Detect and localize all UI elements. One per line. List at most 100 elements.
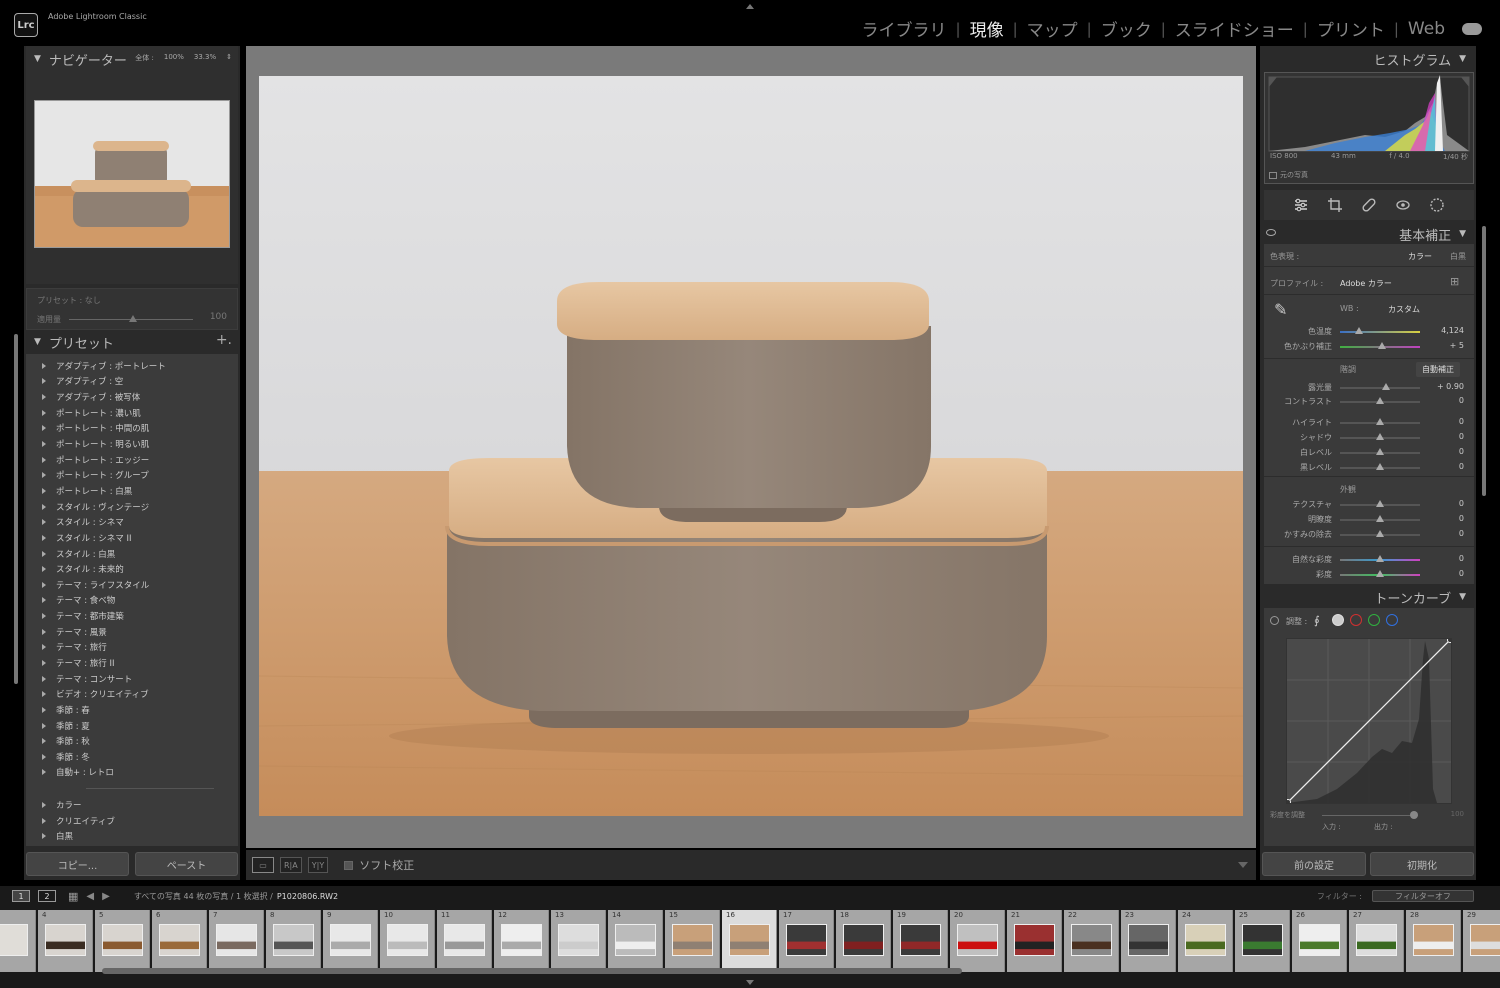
- expand-triangle-icon[interactable]: [42, 769, 46, 776]
- wb-eyedropper-icon[interactable]: ✎: [1274, 300, 1287, 319]
- film-cell[interactable]: 20: [950, 910, 1005, 972]
- preset-item[interactable]: アダプティブ : 空: [26, 374, 238, 390]
- treatment-bw[interactable]: 白黒: [1450, 251, 1466, 262]
- tint-value[interactable]: + 5: [1450, 341, 1464, 350]
- expand-triangle-icon[interactable]: [42, 628, 46, 635]
- expand-triangle-icon[interactable]: [42, 675, 46, 682]
- profile-browser-icon[interactable]: ⊞: [1450, 275, 1459, 288]
- film-cell[interactable]: 26: [1292, 910, 1347, 972]
- film-cell[interactable]: 4: [38, 910, 93, 972]
- module-library[interactable]: ライブラリ: [853, 16, 956, 41]
- film-cell[interactable]: 11: [437, 910, 492, 972]
- edit-sliders-icon[interactable]: [1293, 197, 1309, 213]
- tint-slider-thumb[interactable]: [1378, 342, 1386, 349]
- preset-item[interactable]: 自動+ : レトロ: [26, 765, 238, 781]
- blacks-slider-thumb[interactable]: [1376, 463, 1384, 470]
- preset-item[interactable]: ポートレート : グループ: [26, 467, 238, 483]
- shadows-slider-thumb[interactable]: [1376, 433, 1384, 440]
- zoom-100[interactable]: 100%: [164, 53, 184, 63]
- monitor-1-button[interactable]: 1: [12, 890, 30, 902]
- collapse-icon[interactable]: ▼: [34, 337, 41, 347]
- film-cell[interactable]: 9: [323, 910, 378, 972]
- wb-value[interactable]: カスタム: [1388, 304, 1420, 315]
- exposure-slider[interactable]: [1340, 387, 1420, 389]
- film-cell[interactable]: 6: [152, 910, 207, 972]
- dehaze-value[interactable]: 0: [1459, 529, 1464, 538]
- softproof-checkbox[interactable]: [344, 860, 354, 870]
- expand-triangle-icon[interactable]: [42, 472, 46, 479]
- preset-item[interactable]: テーマ : 風景: [26, 624, 238, 640]
- preset-item[interactable]: ポートレート : エッジー: [26, 452, 238, 468]
- preset-item[interactable]: クリエイティブ: [26, 813, 238, 829]
- collapse-icon[interactable]: ▼: [1459, 229, 1466, 239]
- module-map[interactable]: マップ: [1018, 16, 1087, 41]
- module-develop[interactable]: 現像: [961, 16, 1013, 41]
- module-print[interactable]: プリント: [1308, 16, 1394, 41]
- expand-triangle-icon[interactable]: [42, 378, 46, 385]
- preset-item[interactable]: テーマ : ライフスタイル: [26, 577, 238, 593]
- clarity-slider-thumb[interactable]: [1376, 515, 1384, 522]
- main-photo[interactable]: [259, 76, 1243, 816]
- grid-view-icon[interactable]: ▦: [68, 890, 78, 903]
- expand-triangle-icon[interactable]: [42, 441, 46, 448]
- preset-item[interactable]: テーマ : 食べ物: [26, 593, 238, 609]
- film-cell[interactable]: 27: [1349, 910, 1404, 972]
- whites-slider-thumb[interactable]: [1376, 448, 1384, 455]
- expand-triangle-icon[interactable]: [42, 487, 46, 494]
- vibrance-slider-thumb[interactable]: [1376, 555, 1384, 562]
- expand-triangle-icon[interactable]: [42, 456, 46, 463]
- expand-triangle-icon[interactable]: [42, 581, 46, 588]
- temp-slider-thumb[interactable]: [1355, 327, 1363, 334]
- expand-triangle-icon[interactable]: [42, 691, 46, 698]
- bottom-panel-toggle-icon[interactable]: [746, 980, 754, 985]
- loupe-view-icon[interactable]: ▭: [252, 857, 274, 873]
- preset-item[interactable]: スタイル : 白黒: [26, 546, 238, 562]
- preset-item[interactable]: テーマ : 旅行 II: [26, 655, 238, 671]
- highlights-slider-thumb[interactable]: [1376, 418, 1384, 425]
- preset-item[interactable]: テーマ : コンサート: [26, 671, 238, 687]
- parametric-curve-icon[interactable]: ∮: [1314, 614, 1320, 627]
- film-cell[interactable]: 24: [1178, 910, 1233, 972]
- expand-triangle-icon[interactable]: [42, 817, 46, 824]
- film-cell[interactable]: 8: [266, 910, 321, 972]
- expand-triangle-icon[interactable]: [42, 833, 46, 840]
- preset-item[interactable]: 季節 : 冬: [26, 749, 238, 765]
- clarity-value[interactable]: 0: [1459, 514, 1464, 523]
- preset-item[interactable]: ポートレート : 中間の肌: [26, 421, 238, 437]
- expand-triangle-icon[interactable]: [42, 738, 46, 745]
- expand-triangle-icon[interactable]: [42, 425, 46, 432]
- previous-settings-button[interactable]: 前の設定: [1262, 852, 1366, 876]
- adjust-saturation-thumb[interactable]: [1410, 811, 1418, 819]
- top-panel-toggle-icon[interactable]: [746, 4, 754, 9]
- texture-slider-thumb[interactable]: [1376, 500, 1384, 507]
- contrast-value[interactable]: 0: [1459, 396, 1464, 405]
- expand-triangle-icon[interactable]: [42, 753, 46, 760]
- preset-item[interactable]: テーマ : 旅行: [26, 640, 238, 656]
- collapse-icon[interactable]: ▼: [1459, 54, 1466, 64]
- preset-item[interactable]: テーマ : 都市建築: [26, 608, 238, 624]
- histogram-header[interactable]: ヒストグラム ▼: [1262, 48, 1474, 70]
- film-cell[interactable]: 7: [209, 910, 264, 972]
- add-preset-button[interactable]: +.: [216, 332, 232, 348]
- film-cell[interactable]: 10: [380, 910, 435, 972]
- crop-icon[interactable]: [1327, 197, 1343, 213]
- module-book[interactable]: ブック: [1092, 16, 1161, 41]
- zoom-fit[interactable]: 全体 :: [135, 53, 154, 63]
- expand-triangle-icon[interactable]: [42, 659, 46, 666]
- film-cell[interactable]: 14: [608, 910, 663, 972]
- film-cell[interactable]: 18: [836, 910, 891, 972]
- adjust-saturation-slider[interactable]: [1322, 815, 1418, 816]
- point-curve-icon[interactable]: [1332, 614, 1344, 626]
- before-after-swap-button[interactable]: Y|Y: [307, 857, 329, 873]
- film-cell[interactable]: 29: [1463, 910, 1500, 972]
- presets-header[interactable]: ▼ プリセット +.: [26, 332, 238, 352]
- red-channel-icon[interactable]: [1350, 614, 1362, 626]
- expand-triangle-icon[interactable]: [42, 597, 46, 604]
- preset-item[interactable]: ポートレート : 濃い肌: [26, 405, 238, 421]
- exposure-value[interactable]: + 0.90: [1437, 382, 1464, 391]
- profile-value[interactable]: Adobe カラー: [1340, 278, 1392, 289]
- cloud-icon[interactable]: [1462, 22, 1482, 35]
- expand-triangle-icon[interactable]: [42, 534, 46, 541]
- expand-triangle-icon[interactable]: [42, 550, 46, 557]
- preset-item[interactable]: スタイル : ヴィンテージ: [26, 499, 238, 515]
